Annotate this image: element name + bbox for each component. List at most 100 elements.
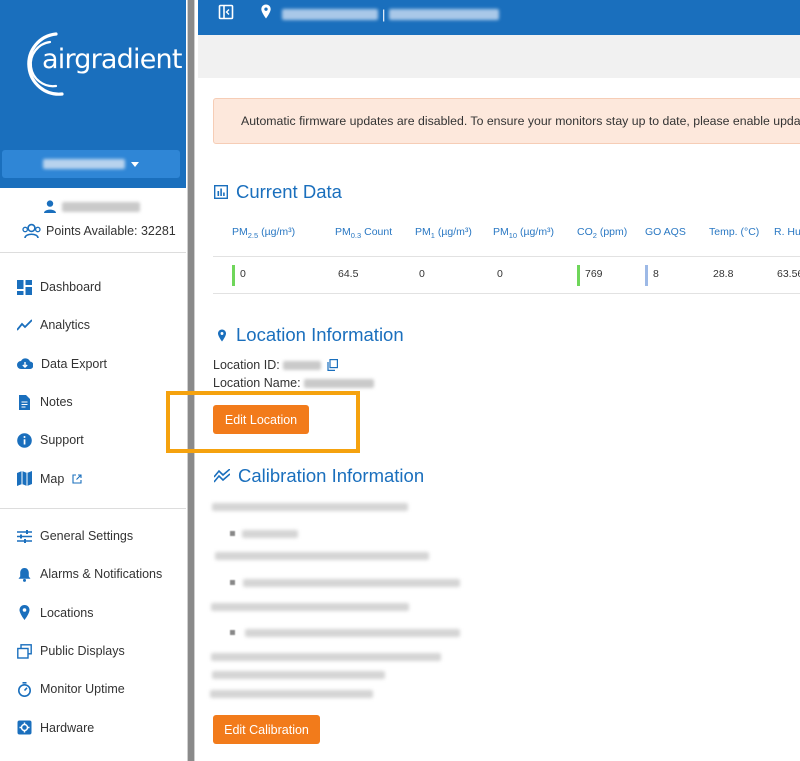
section-title: Calibration Information [238,465,425,486]
location-separator: | [382,7,386,22]
location-id-line: Location ID: [213,358,338,372]
column-header-pm03[interactable]: PM0.3 Count [335,226,392,240]
airgradient-logo[interactable]: airgradient [22,28,182,98]
map-icon [17,471,32,487]
section-title: Current Data [236,181,342,202]
firmware-warning-alert: Automatic firmware updates are disabled.… [213,98,800,144]
sidebar-item-support[interactable]: Support [0,421,186,459]
sidebar-item-monitor-uptime[interactable]: Monitor Uptime [0,670,186,708]
calibration-icon [214,469,230,483]
alert-text: Automatic firmware updates are disabled.… [241,114,800,128]
sidebar-item-label: Support [40,433,84,448]
redacted-line [212,503,408,511]
redacted-line [211,603,409,611]
sidebar-item-public-displays[interactable]: Public Displays [0,632,186,670]
location-name-redacted [282,9,378,20]
sidebar-item-label: Hardware [40,720,95,735]
note-icon [19,394,30,410]
sidebar-nav-settings: General Settings Alarms & Notifications … [0,517,186,747]
organization-dropdown[interactable] [2,150,180,178]
current-data-header: Current Data [214,181,342,203]
sidebar-item-hardware[interactable]: Hardware [0,708,186,746]
column-header-pm1[interactable]: PM1 (µg/m³) [415,226,472,240]
column-header-pm10[interactable]: PM10 (µg/m³) [493,226,554,240]
location-pin-icon [19,605,30,621]
column-header-pm25[interactable]: PM2.5 (µg/m³) [232,226,295,240]
table-row: 0 64.5 0 0 769 8 28.8 63.56 [213,257,800,294]
sidebar-scrollbar-thumb[interactable] [188,0,194,761]
sidebar-item-data-export[interactable]: Data Export [0,345,186,383]
location-id-label: Location ID: [213,358,280,372]
external-link-icon [72,474,82,484]
cell-pm1: 0 [419,268,425,280]
cloud-download-icon [17,358,33,370]
location-pin-icon [261,4,271,19]
location-name-label: Location Name: [213,376,301,390]
column-header-co2[interactable]: CO2 (ppm) [577,226,627,240]
displays-icon [17,643,32,659]
sidebar-item-label: Map [40,471,65,486]
location-info-header: Location Information [216,324,404,346]
sidebar-item-label: Public Displays [40,644,125,659]
bullet-icon [230,630,235,635]
sidebar-divider [0,252,186,253]
points-row: Points Available: 32281 [22,223,176,239]
bullet-icon [230,531,235,536]
sidebar-item-label: Notes [40,395,73,410]
column-header-go-aqs[interactable]: GO AQS [645,226,686,238]
location-pin-icon [218,329,226,341]
chart-line-icon [17,319,32,331]
location-name-line: Location Name: [213,376,374,390]
sidebar-toggle-icon[interactable] [218,4,234,20]
bar-chart-icon [214,185,228,199]
aqs-indicator [645,265,648,286]
bell-icon [18,567,31,582]
points-available-text: Points Available: 32281 [46,224,176,238]
sidebar: airgradient Points Available: 32281 Dash… [0,0,186,761]
organization-name-redacted [43,159,125,169]
sidebar-item-analytics[interactable]: Analytics [0,306,186,344]
current-location-selector[interactable]: | [282,7,500,22]
sidebar-item-alarms-notifications[interactable]: Alarms & Notifications [0,555,186,593]
co2-indicator [577,265,580,286]
users-points-icon [22,223,41,239]
redacted-line [211,653,441,661]
sidebar-item-label: Dashboard [40,280,102,295]
location-detail-redacted [389,9,500,20]
copy-icon[interactable] [327,359,338,371]
table-header-row: PM2.5 (µg/m³) PM0.3 Count PM1 (µg/m³) PM… [213,215,800,257]
sidebar-divider [0,508,186,509]
sidebar-item-locations[interactable]: Locations [0,594,186,632]
sidebar-item-general-settings[interactable]: General Settings [0,517,186,555]
redacted-line [212,671,385,679]
redacted-line [210,690,373,698]
user-row[interactable] [44,200,140,213]
sidebar-item-label: Analytics [40,318,91,333]
location-id-redacted [282,360,321,370]
hardware-icon [17,720,32,735]
sidebar-nav-main: Dashboard Analytics Data Export Notes Su… [0,268,186,498]
cell-co2: 769 [585,268,603,280]
sidebar-item-label: General Settings [40,529,134,544]
column-header-temp[interactable]: Temp. (°C) [709,226,759,238]
edit-calibration-button[interactable]: Edit Calibration [213,715,320,744]
location-name-redacted [303,378,374,388]
cell-go-aqs: 8 [653,268,659,280]
sidebar-item-label: Data Export [41,356,108,371]
cell-temp: 28.8 [713,268,734,280]
username-redacted [62,201,140,212]
header-strip [198,35,800,78]
redacted-line [243,579,460,587]
cell-pm25: 0 [240,268,246,280]
cell-pm03: 64.5 [338,268,359,280]
logo-text: airgradient [42,44,182,75]
info-icon [17,433,32,448]
top-bar: | [198,0,800,35]
redacted-line [215,552,429,560]
sidebar-item-notes[interactable]: Notes [0,383,186,421]
column-header-humidity[interactable]: R. Hum [774,226,800,238]
sidebar-item-map[interactable]: Map [0,459,186,497]
cell-humidity: 63.56 [777,268,800,280]
sidebar-item-dashboard[interactable]: Dashboard [0,268,186,306]
sidebar-item-label: Monitor Uptime [40,682,125,697]
